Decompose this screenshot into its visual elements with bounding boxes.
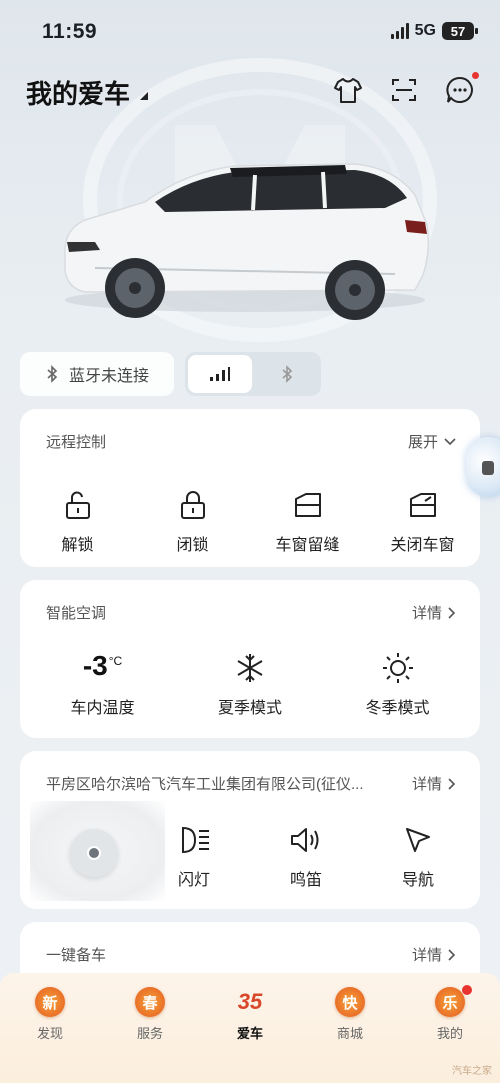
horn-label: 鸣笛: [289, 872, 322, 889]
network-type: 5G: [414, 22, 436, 39]
bluetooth-status-button[interactable]: 蓝牙未连接: [20, 352, 174, 396]
lock-icon: [180, 491, 205, 519]
me-tab-icon: 乐: [435, 987, 465, 1017]
climate-card: 智能空调 详情 -3 °C 车内温度 夏季模式 冬季模式: [20, 580, 480, 738]
close-window-button[interactable]: 关闭车窗: [365, 487, 480, 555]
status-indicators: 5G 57: [390, 22, 478, 40]
bluetooth-icon: [282, 365, 293, 383]
winter-mode-button[interactable]: 冬季模式: [315, 650, 480, 718]
cabin-temperature-label: 车内温度: [70, 700, 135, 717]
notification-dot: [462, 985, 472, 995]
tab-label: 商城: [336, 1026, 363, 1041]
discover-tab-icon: 新: [35, 987, 65, 1017]
flash-lights-label: 闪灯: [177, 872, 210, 889]
expand-label: 展开: [407, 434, 438, 451]
card-title: 一键备车: [46, 947, 107, 964]
bluetooth-label: 蓝牙未连接: [68, 368, 149, 385]
my-car-tab-icon: 35: [237, 989, 263, 1014]
chevron-right-icon: [448, 606, 456, 619]
notification-dot: [472, 72, 479, 79]
connection-toggle: [185, 352, 321, 396]
location-marker: [70, 829, 118, 877]
temperature-value: -3: [82, 650, 108, 681]
signal-icon: [390, 23, 409, 39]
shirt-icon[interactable]: [330, 72, 366, 108]
details-label: 详情: [411, 947, 442, 964]
tab-label: 我的: [436, 1026, 463, 1041]
horn-button[interactable]: 鸣笛: [266, 822, 346, 890]
service-tab-icon: 春: [135, 987, 165, 1017]
details-label: 详情: [411, 776, 442, 793]
navigate-icon: [406, 828, 430, 852]
summer-mode-button[interactable]: 夏季模式: [185, 650, 315, 718]
flash-lights-button[interactable]: 闪灯: [154, 822, 234, 890]
message-icon[interactable]: [442, 72, 479, 108]
chevron-right-icon: [448, 948, 456, 961]
horn-icon: [291, 828, 319, 852]
scan-icon[interactable]: [386, 72, 422, 108]
signal-bars-icon: [210, 367, 230, 381]
bluetooth-mode-button[interactable]: [255, 355, 319, 393]
remote-control-card: 远程控制 展开 解锁 闭锁 车窗留缝 关闭车窗: [20, 409, 480, 567]
battery-level: 57: [450, 23, 466, 39]
location-address: 平房区哈尔滨哈飞汽车工业集团有限公司(征仪...: [46, 776, 364, 793]
status-time: 11:59: [42, 20, 98, 43]
temperature-unit: °C: [108, 654, 123, 668]
chevron-down-icon: [444, 437, 456, 445]
unlock-label: 解锁: [61, 537, 94, 554]
unlock-icon: [65, 491, 90, 519]
assistant-icon: [482, 461, 494, 475]
window-close-icon: [409, 493, 436, 517]
summer-mode-label: 夏季模式: [217, 700, 282, 717]
mall-tab-icon: 快: [335, 987, 365, 1017]
tab-label: 发现: [36, 1026, 63, 1041]
cabin-temperature: -3 °C 车内温度: [20, 650, 185, 718]
map-thumbnail[interactable]: [30, 801, 165, 901]
car-image[interactable]: [55, 150, 435, 325]
network-mode-button[interactable]: [188, 355, 252, 393]
location-details-button[interactable]: 详情: [412, 773, 456, 794]
tab-mall[interactable]: 快 商城: [320, 987, 380, 1042]
tab-discover[interactable]: 新 发现: [20, 987, 80, 1042]
bottom-tab-bar: 新 发现 春 服务 35 爱车 快 商城 乐 我的 汽车之家: [0, 973, 500, 1083]
tab-my-car[interactable]: 35 爱车: [220, 987, 280, 1042]
window-gap-icon: [294, 493, 321, 517]
tab-me[interactable]: 乐 我的: [420, 985, 480, 1042]
floating-assistant-button[interactable]: [466, 437, 500, 497]
snowflake-icon: [237, 654, 263, 682]
navigate-label: 导航: [401, 872, 434, 889]
close-window-label: 关闭车窗: [390, 537, 455, 554]
tab-label: 服务: [136, 1026, 163, 1041]
window-gap-label: 车窗留缝: [275, 537, 340, 554]
sun-icon: [382, 653, 413, 683]
page-title[interactable]: 我的爱车: [26, 74, 130, 111]
caret-down-icon[interactable]: [140, 92, 148, 100]
expand-button[interactable]: 展开: [408, 431, 456, 452]
navigate-button[interactable]: 导航: [378, 822, 458, 890]
unlock-button[interactable]: 解锁: [20, 487, 135, 555]
header: 我的爱车: [0, 70, 500, 114]
watermark: 汽车之家: [452, 1066, 492, 1077]
tab-service[interactable]: 春 服务: [120, 987, 180, 1042]
lock-label: 闭锁: [176, 537, 209, 554]
prep-details-button[interactable]: 详情: [412, 944, 456, 965]
card-title: 智能空调: [46, 605, 107, 622]
bluetooth-icon: [47, 365, 58, 383]
details-label: 详情: [411, 605, 442, 622]
battery-icon: 57: [442, 22, 478, 40]
tab-label: 爱车: [236, 1026, 263, 1041]
headlight-icon: [182, 826, 209, 854]
chevron-right-icon: [448, 777, 456, 790]
card-title: 远程控制: [46, 434, 107, 451]
window-gap-button[interactable]: 车窗留缝: [250, 487, 365, 555]
lock-button[interactable]: 闭锁: [135, 487, 250, 555]
climate-details-button[interactable]: 详情: [412, 602, 456, 623]
winter-mode-label: 冬季模式: [365, 700, 430, 717]
